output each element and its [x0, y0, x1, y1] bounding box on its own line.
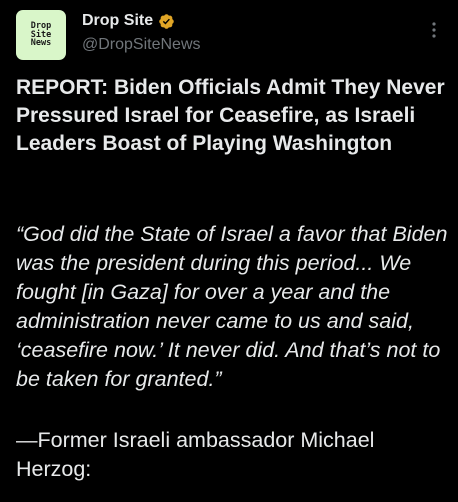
avatar[interactable]: Drop Site News: [16, 10, 66, 60]
post-headline: REPORT: Biden Officials Admit They Never…: [16, 76, 445, 155]
display-name[interactable]: Drop Site: [82, 12, 153, 30]
author-handle[interactable]: @DropSiteNews: [82, 36, 201, 54]
author-name-row[interactable]: Drop Site: [82, 12, 175, 30]
verified-badge-icon: [159, 13, 174, 29]
avatar-logo-text: Drop Site News: [30, 21, 52, 49]
post-quote: “God did the State of Israel a favor tha…: [16, 222, 448, 391]
more-vertical-icon[interactable]: [424, 20, 444, 40]
post-attribution: —Former Israeli ambassador Michael Herzo…: [16, 428, 375, 481]
